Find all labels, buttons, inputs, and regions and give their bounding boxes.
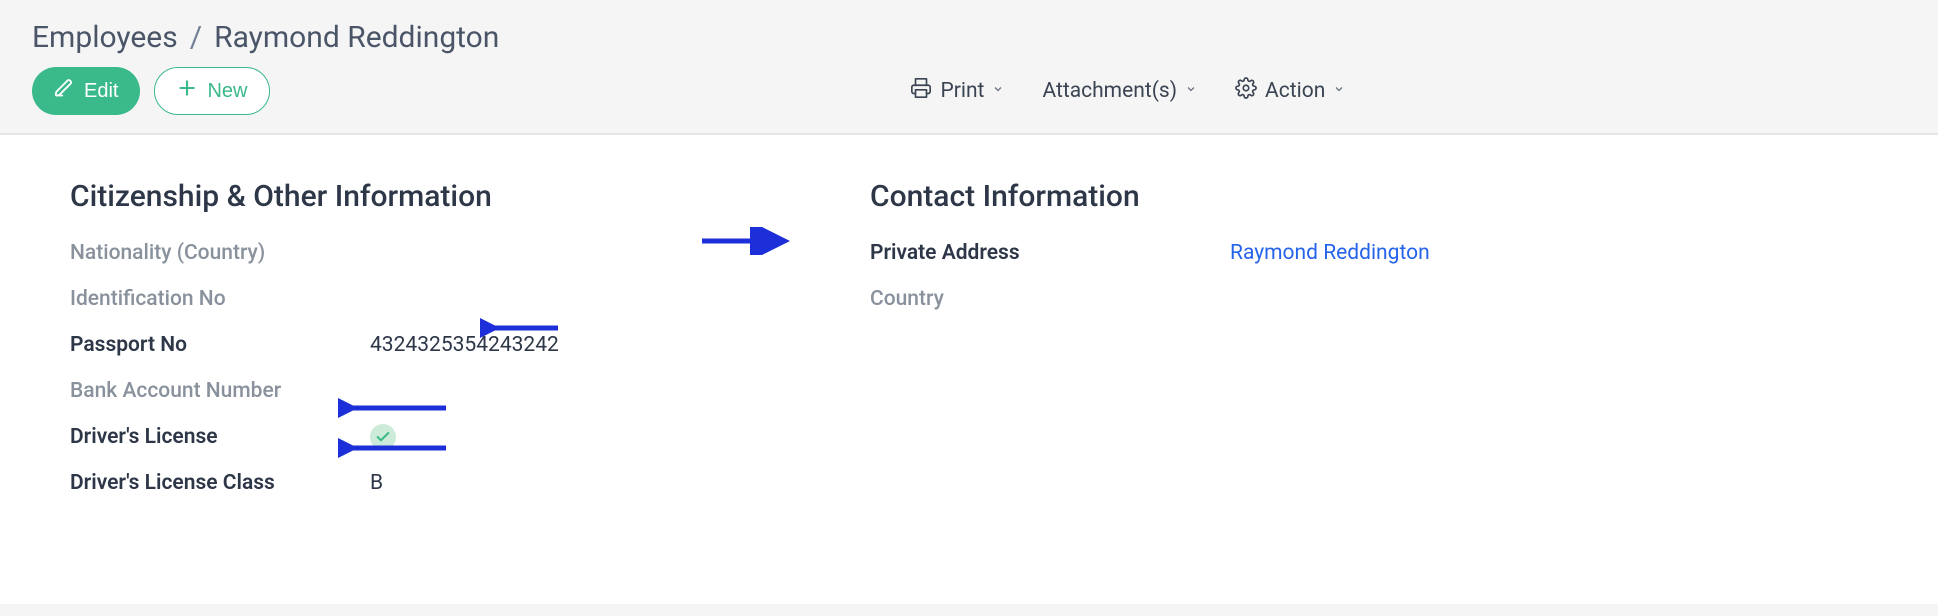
private-address-label: Private Address: [870, 241, 1230, 265]
drivers-license-label: Driver's License: [70, 425, 370, 449]
field-drivers-license: Driver's License: [70, 420, 770, 454]
attachments-label: Attachment(s): [1042, 79, 1177, 103]
edit-button[interactable]: Edit: [32, 67, 140, 115]
country-label: Country: [870, 287, 1230, 311]
field-drivers-license-class: Driver's License Class B: [70, 466, 770, 500]
gear-icon: [1235, 77, 1257, 105]
attachments-dropdown[interactable]: Attachment(s): [1042, 79, 1197, 103]
drivers-license-value: [370, 424, 396, 451]
field-identification: Identification No: [70, 282, 770, 316]
field-passport: Passport No 4324325354243242: [70, 328, 770, 362]
field-nationality: Nationality (Country): [70, 236, 770, 270]
page-header: Employees / Raymond Reddington Edit New: [0, 0, 1938, 134]
drivers-license-class-value: B: [370, 471, 383, 495]
print-dropdown[interactable]: Print: [910, 77, 1004, 105]
pencil-icon: [54, 78, 74, 104]
citizenship-title: Citizenship & Other Information: [70, 179, 770, 214]
action-dropdown[interactable]: Action: [1235, 77, 1345, 105]
printer-icon: [910, 77, 932, 105]
field-country: Country: [870, 282, 1610, 316]
check-icon: [370, 424, 396, 450]
private-address-value[interactable]: Raymond Reddington: [1230, 241, 1430, 265]
breadcrumb: Employees / Raymond Reddington: [32, 20, 1906, 55]
button-group: Edit New: [32, 67, 270, 115]
chevron-down-icon: [1333, 83, 1345, 99]
field-bank: Bank Account Number: [70, 374, 770, 408]
new-button-label: New: [207, 80, 247, 103]
citizenship-section: Citizenship & Other Information National…: [70, 179, 770, 524]
passport-value: 4324325354243242: [370, 333, 559, 357]
breadcrumb-root[interactable]: Employees: [32, 20, 178, 55]
breadcrumb-current: Raymond Reddington: [214, 20, 499, 55]
edit-button-label: Edit: [84, 80, 118, 103]
drivers-license-class-label: Driver's License Class: [70, 471, 370, 495]
contact-title: Contact Information: [870, 179, 1610, 214]
identification-label: Identification No: [70, 287, 370, 311]
chevron-down-icon: [992, 83, 1004, 99]
field-private-address: Private Address Raymond Reddington: [870, 236, 1610, 270]
toolbar: Print Attachment(s) Action: [910, 77, 1345, 105]
chevron-down-icon: [1185, 83, 1197, 99]
plus-icon: [177, 78, 197, 104]
new-button[interactable]: New: [154, 67, 270, 115]
print-label: Print: [940, 79, 984, 103]
nationality-label: Nationality (Country): [70, 241, 370, 265]
breadcrumb-separator: /: [190, 20, 202, 55]
header-actions-row: Edit New Print Attachment(s): [32, 67, 1906, 115]
passport-label: Passport No: [70, 333, 370, 357]
contact-section: Contact Information Private Address Raym…: [870, 179, 1610, 524]
bank-label: Bank Account Number: [70, 379, 370, 403]
content-area: Citizenship & Other Information National…: [0, 134, 1938, 604]
action-label: Action: [1265, 79, 1325, 103]
